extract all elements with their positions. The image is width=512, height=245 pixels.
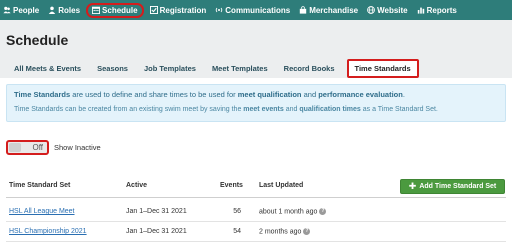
tab-seasons[interactable]: Seasons [97,64,128,78]
info-box: Time Standards are used to define and sh… [6,84,506,122]
column-header-events: Events [220,182,243,189]
broadcast-icon [216,7,223,13]
row-updated-text: about 1 month ago [259,208,318,216]
shopping-bag-icon [299,6,307,14]
info-line-2: Time Standards can be created from an ex… [14,104,498,115]
row-link-hsl-all-league-meet[interactable]: HSL All League Meet [9,208,75,215]
tab-meet-templates[interactable]: Meet Templates [212,64,268,78]
column-header-active: Active [126,182,148,189]
info-line-1: Time Standards are used to define and sh… [14,89,498,100]
toggle-state: Off [32,143,43,152]
nav-label: Reports [426,5,457,15]
nav-label: Website [377,5,408,15]
info-term-performance-evaluation: performance evaluation [318,90,403,99]
nav-label: Registration [159,5,207,15]
column-header-last-updated: Last Updated [259,182,304,189]
row-events: 54 [233,228,241,235]
toggle-knob [9,143,21,152]
people-icon [3,6,11,14]
table-header-divider [6,197,506,198]
nav-label: Schedule [102,5,138,15]
calendar-icon [92,6,101,14]
row-active: Jan 1–Dec 31 2021 [126,228,187,235]
plus-icon: ✚ [408,181,417,191]
help-icon[interactable]: ? [303,228,311,235]
add-time-standard-set-button[interactable]: ✚ Add Time Standard Set [400,179,505,194]
info-text: and [301,90,319,99]
page-title: Schedule [6,32,69,48]
globe-icon [367,6,375,14]
row-updated-text: 2 months ago [259,228,302,236]
nav-item-roles[interactable]: Roles [48,3,80,17]
show-inactive-control: Off Show Inactive [6,140,101,155]
tab-record-books[interactable]: Record Books [284,64,335,78]
tab-time-standards[interactable]: Time Standards [346,59,419,78]
info-term-meet-events: meet events [243,106,284,113]
column-header-set: Time Standard Set [9,182,71,189]
row-active: Jan 1–Dec 31 2021 [126,208,187,215]
add-button-label: Add Time Standard Set [419,183,497,190]
row-link-hsl-championship-2021[interactable]: HSL Championship 2021 [9,228,87,235]
info-text: and [283,106,300,113]
tab-all-meets-events[interactable]: All Meets & Events [14,64,81,78]
roles-icon [49,6,56,14]
show-inactive-toggle[interactable]: Off [6,140,49,155]
info-term-time-standards: Time Standards [14,90,71,99]
checkbox-icon [149,6,158,14]
info-term-qualification-times: qualification times [299,106,361,113]
info-term-meet-qualification: meet qualification [237,90,302,99]
help-icon[interactable]: ? [319,208,327,215]
info-text: as a Time Standard Set. [360,106,438,113]
row-divider [6,241,506,242]
show-inactive-label: Show Inactive [54,143,101,152]
nav-item-merchandise[interactable]: Merchandise [299,3,358,17]
nav-item-reports[interactable]: Reports [417,3,457,17]
row-updated: about 1 month ago? [259,208,327,216]
top-nav: People Roles Schedule Registration Commu… [0,0,512,20]
nav-item-communications[interactable]: Communications [215,3,290,17]
nav-item-people[interactable]: People [3,3,39,17]
nav-item-registration[interactable]: Registration [149,3,207,17]
info-text: are used to define and share times to be… [70,90,238,99]
tab-bar: All Meets & Events Seasons Job Templates… [6,59,506,78]
nav-label: Merchandise [309,5,359,15]
nav-item-schedule[interactable]: Schedule [86,2,144,18]
bar-chart-icon [417,7,424,14]
row-events: 56 [233,208,241,215]
page-header: Schedule All Meets & Events Seasons Job … [0,20,512,78]
info-text: Time Standards can be created from an ex… [14,106,244,113]
info-text: . [402,90,405,99]
row-divider [6,221,506,222]
row-updated: 2 months ago? [259,228,311,236]
nav-item-website[interactable]: Website [367,3,408,17]
nav-label: Roles [58,5,81,15]
tab-job-templates[interactable]: Job Templates [144,64,196,78]
nav-label: People [13,5,40,15]
nav-label: Communications [225,5,291,15]
